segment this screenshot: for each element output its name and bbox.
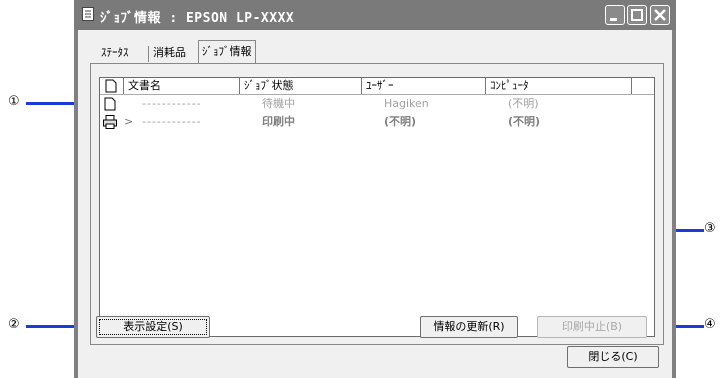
callout-4: ④ [704,317,716,332]
job-computer: (不明) [508,115,541,128]
window-title: ｼﾞｮﾌﾞ情報 : EPSON LP-XXXX [100,11,295,26]
callout-2: ② [8,317,20,332]
job-status: 待機中 [262,97,295,110]
job-status: 印刷中 [262,115,295,128]
job-list[interactable]: 文書名 ｼﾞｮﾌﾞ状態 ﾕｰｻﾞｰ ｺﾝﾋﾟｭｰﾀ ------------ 待… [99,77,655,337]
dialog-client: ｽﾃｰﾀｽ 消耗品 ｼﾞｮﾌﾞ情報 文書名 ｼﾞｮﾌﾞ状態 ﾕｰｻﾞｰ ｺﾝﾋﾟ… [78,30,672,378]
job-user: (不明) [384,115,417,128]
cancel-print-button[interactable]: 印刷中止(B) [537,316,647,338]
tab-status[interactable]: ｽﾃｰﾀｽ [98,43,132,63]
job-document-name: ------------ [142,115,202,128]
printer-icon [103,115,117,129]
list-header: 文書名 ｼﾞｮﾌﾞ状態 ﾕｰｻﾞｰ ｺﾝﾋﾟｭｰﾀ [100,78,654,95]
job-computer: (不明) [508,97,539,110]
tab-panel: 文書名 ｼﾞｮﾌﾞ状態 ﾕｰｻﾞｰ ｺﾝﾋﾟｭｰﾀ ------------ 待… [90,63,664,345]
list-item[interactable]: > ------------ 印刷中 (不明) (不明) [100,113,654,131]
list-item[interactable]: ------------ 待機中 Hagiken (不明) [100,95,654,113]
callout-3: ③ [704,221,716,236]
job-user: Hagiken [384,97,429,110]
job-document-name: ------------ [142,97,202,110]
header-icon-column[interactable] [100,78,124,94]
document-icon [104,97,116,111]
tab-divider [148,46,149,62]
maximize-icon[interactable] [627,5,647,25]
tab-consumables[interactable]: 消耗品 [150,43,189,63]
job-info-window: ｼﾞｮﾌﾞ情報 : EPSON LP-XXXX ｽﾃｰﾀｽ 消耗品 ｼﾞｮﾌﾞ情… [74,0,676,378]
app-icon [82,7,94,21]
refresh-info-button[interactable]: 情報の更新(R) [420,316,518,338]
close-button[interactable]: 閉じる(C) [567,346,659,368]
minimize-icon[interactable] [605,5,625,25]
display-settings-button[interactable]: 表示設定(S) [96,316,210,338]
document-icon [105,79,117,93]
header-job-status[interactable]: ｼﾞｮﾌﾞ状態 [240,78,362,94]
title-bar[interactable]: ｼﾞｮﾌﾞ情報 : EPSON LP-XXXX [74,0,676,30]
header-computer[interactable]: ｺﾝﾋﾟｭｰﾀ [486,78,632,94]
header-user[interactable]: ﾕｰｻﾞｰ [362,78,486,94]
callout-1: ① [8,94,20,109]
current-job-marker: > [124,115,134,128]
tab-job-info[interactable]: ｼﾞｮﾌﾞ情報 [198,40,256,64]
header-document-name[interactable]: 文書名 [124,78,240,94]
close-icon[interactable] [650,5,670,25]
